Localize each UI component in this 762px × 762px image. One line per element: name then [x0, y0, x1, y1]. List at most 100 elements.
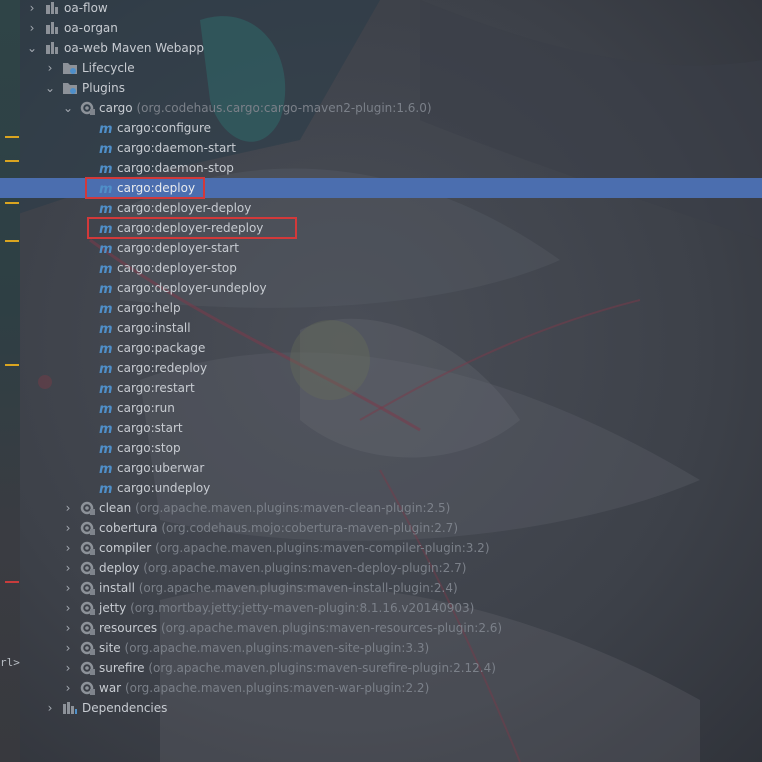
tree-item-label: oa-flow	[64, 1, 108, 15]
tree-item-label: Dependencies	[82, 701, 168, 715]
tree-item-plugin-deploy[interactable]: › deploy (org.apache.maven.plugins:maven…	[0, 558, 762, 578]
tree-item-oa-flow[interactable]: › oa-flow	[0, 0, 762, 18]
plugin-label: deploy (org.apache.maven.plugins:maven-d…	[99, 561, 467, 575]
svg-text:m: m	[99, 162, 113, 176]
chevron-down-icon[interactable]: ⌄	[44, 78, 56, 98]
goal-label: cargo:configure	[117, 121, 212, 135]
tree-item-plugin-cobertura[interactable]: › cobertura (org.codehaus.mojo:cobertura…	[0, 518, 762, 538]
svg-text:m: m	[99, 482, 113, 496]
tree-item-label: Lifecycle	[82, 61, 135, 75]
tree-item-lifecycle[interactable]: › Lifecycle	[0, 58, 762, 78]
tree-item-dependencies[interactable]: › Dependencies	[0, 698, 762, 718]
tree-item-plugin-war[interactable]: › war (org.apache.maven.plugins:maven-wa…	[0, 678, 762, 698]
goal-cargo-package[interactable]: m cargo:package	[0, 338, 762, 358]
plugin-label: site (org.apache.maven.plugins:maven-sit…	[99, 641, 430, 655]
plugin-label: cargo (org.codehaus.cargo:cargo-maven2-p…	[99, 101, 432, 115]
maven-goal-icon: m	[99, 242, 113, 256]
svg-text:m: m	[99, 442, 113, 456]
dependencies-icon	[63, 702, 77, 714]
svg-text:m: m	[99, 362, 113, 376]
highlight-box-cargo-deployer-redeploy	[87, 217, 297, 239]
goal-cargo-install[interactable]: m cargo:install	[0, 318, 762, 338]
svg-text:m: m	[99, 242, 113, 256]
chevron-right-icon[interactable]: ›	[26, 0, 38, 18]
plugin-gear-icon	[80, 521, 95, 535]
goal-cargo-deployer-stop[interactable]: m cargo:deployer-stop	[0, 258, 762, 278]
tree-item-plugin-clean[interactable]: › clean (org.apache.maven.plugins:maven-…	[0, 498, 762, 518]
goal-cargo-uberwar[interactable]: m cargo:uberwar	[0, 458, 762, 478]
plugin-gear-icon	[80, 581, 95, 595]
svg-text:m: m	[99, 282, 113, 296]
plugin-label: cobertura (org.codehaus.mojo:cobertura-m…	[99, 521, 458, 535]
tree-item-oa-web[interactable]: ⌄ oa-web Maven Webapp	[0, 38, 762, 58]
svg-text:m: m	[99, 322, 113, 336]
maven-module-icon	[46, 42, 58, 54]
chevron-down-icon[interactable]: ⌄	[26, 38, 38, 58]
maven-goal-icon: m	[99, 262, 113, 276]
chevron-right-icon[interactable]: ›	[62, 578, 74, 598]
chevron-right-icon[interactable]: ›	[62, 618, 74, 638]
chevron-right-icon[interactable]: ›	[62, 538, 74, 558]
chevron-right-icon[interactable]: ›	[62, 598, 74, 618]
svg-text:m: m	[99, 202, 113, 216]
tree-item-label: Plugins	[82, 81, 125, 95]
goal-cargo-run[interactable]: m cargo:run	[0, 398, 762, 418]
chevron-right-icon[interactable]: ›	[44, 698, 56, 718]
goal-cargo-daemon-stop[interactable]: m cargo:daemon-stop	[0, 158, 762, 178]
tree-item-plugin-surefire[interactable]: › surefire (org.apache.maven.plugins:mav…	[0, 658, 762, 678]
chevron-right-icon[interactable]: ›	[62, 498, 74, 518]
highlight-box-cargo-deploy	[85, 177, 205, 199]
maven-module-icon	[46, 22, 58, 34]
chevron-down-icon[interactable]: ⌄	[62, 98, 74, 118]
chevron-right-icon[interactable]: ›	[62, 678, 74, 698]
goal-cargo-daemon-start[interactable]: m cargo:daemon-start	[0, 138, 762, 158]
svg-text:m: m	[99, 402, 113, 416]
goal-cargo-redeploy[interactable]: m cargo:redeploy	[0, 358, 762, 378]
tree-item-label: oa-organ	[64, 21, 118, 35]
goal-label: cargo:deployer-start	[117, 241, 239, 255]
tree-item-oa-organ[interactable]: › oa-organ	[0, 18, 762, 38]
maven-module-icon	[46, 2, 58, 14]
plugin-label: install (org.apache.maven.plugins:maven-…	[99, 581, 458, 595]
goal-cargo-deployer-undeploy[interactable]: m cargo:deployer-undeploy	[0, 278, 762, 298]
tree-item-plugin-site[interactable]: › site (org.apache.maven.plugins:maven-s…	[0, 638, 762, 658]
goal-cargo-stop[interactable]: m cargo:stop	[0, 438, 762, 458]
tree-item-plugin-compiler[interactable]: › compiler (org.apache.maven.plugins:mav…	[0, 538, 762, 558]
goal-cargo-restart[interactable]: m cargo:restart	[0, 378, 762, 398]
goal-label: cargo:uberwar	[117, 461, 205, 475]
chevron-right-icon[interactable]: ›	[62, 558, 74, 578]
plugin-gear-icon	[80, 601, 95, 615]
chevron-right-icon[interactable]: ›	[62, 518, 74, 538]
goal-cargo-help[interactable]: m cargo:help	[0, 298, 762, 318]
svg-text:m: m	[99, 462, 113, 476]
goal-label: cargo:redeploy	[117, 361, 208, 375]
chevron-right-icon[interactable]: ›	[62, 658, 74, 678]
goal-label: cargo:install	[117, 321, 191, 335]
tree-item-plugin-resources[interactable]: › resources (org.apache.maven.plugins:ma…	[0, 618, 762, 638]
chevron-right-icon[interactable]: ›	[44, 58, 56, 78]
tree-item-plugins[interactable]: ⌄ Plugins	[0, 78, 762, 98]
maven-goal-icon: m	[99, 482, 113, 496]
maven-goal-icon: m	[99, 462, 113, 476]
svg-text:m: m	[99, 302, 113, 316]
svg-text:m: m	[99, 422, 113, 436]
tree-item-plugin-cargo[interactable]: ⌄ cargo (org.codehaus.cargo:cargo-maven2…	[0, 98, 762, 118]
chevron-right-icon[interactable]: ›	[62, 638, 74, 658]
maven-goal-icon: m	[99, 302, 113, 316]
goal-cargo-deployer-start[interactable]: m cargo:deployer-start	[0, 238, 762, 258]
maven-goal-icon: m	[99, 162, 113, 176]
goal-label: cargo:stop	[117, 441, 181, 455]
plugin-label: resources (org.apache.maven.plugins:mave…	[99, 621, 503, 635]
maven-goal-icon: m	[99, 362, 113, 376]
chevron-right-icon[interactable]: ›	[26, 18, 38, 38]
plugin-label: jetty (org.mortbay.jetty:jetty-maven-plu…	[99, 601, 475, 615]
plugin-label: clean (org.apache.maven.plugins:maven-cl…	[99, 501, 451, 515]
goal-cargo-undeploy[interactable]: m cargo:undeploy	[0, 478, 762, 498]
tree-item-plugin-jetty[interactable]: › jetty (org.mortbay.jetty:jetty-maven-p…	[0, 598, 762, 618]
goal-label: cargo:deployer-deploy	[117, 201, 252, 215]
goal-cargo-start[interactable]: m cargo:start	[0, 418, 762, 438]
goal-cargo-deployer-deploy[interactable]: m cargo:deployer-deploy	[0, 198, 762, 218]
tree-item-plugin-install[interactable]: › install (org.apache.maven.plugins:mave…	[0, 578, 762, 598]
maven-goal-icon: m	[99, 142, 113, 156]
goal-cargo-configure[interactable]: m cargo:configure	[0, 118, 762, 138]
